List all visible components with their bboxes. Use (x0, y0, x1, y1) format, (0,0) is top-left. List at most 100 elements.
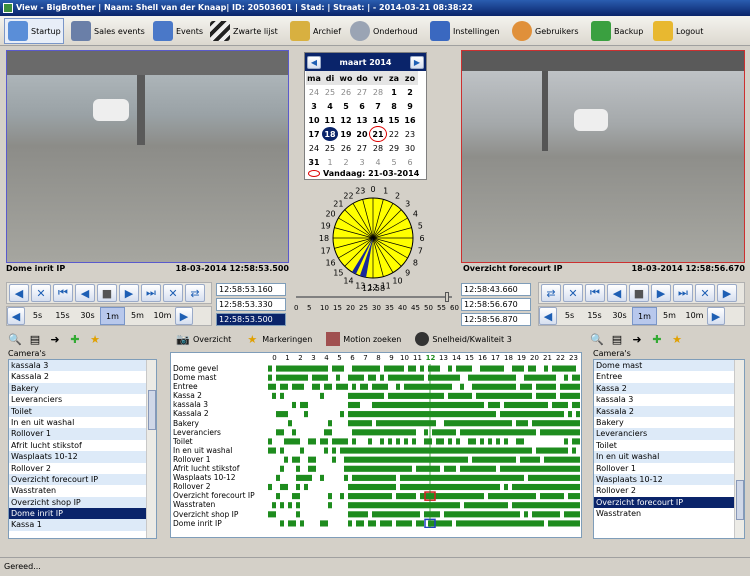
list-item[interactable]: Rollover 1 (594, 463, 734, 474)
calendar-day[interactable]: 29 (386, 141, 402, 155)
calendar-day[interactable]: 2 (338, 155, 354, 169)
list-item[interactable]: Kassala 2 (594, 405, 734, 417)
zoom-1m[interactable]: 1m (100, 307, 125, 325)
calendar-day[interactable]: 5 (386, 155, 402, 169)
calendar-day[interactable]: 2 (402, 85, 418, 99)
calendar-day[interactable]: 26 (338, 85, 354, 99)
list-item[interactable]: Rollover 1 (9, 428, 146, 440)
add-icon[interactable]: ✚ (68, 332, 82, 346)
next-month-button[interactable]: ▶ (409, 55, 424, 69)
zoom-5m[interactable]: 5m (125, 307, 150, 325)
calendar-day[interactable]: 24 (306, 85, 322, 99)
calendar-day[interactable]: 28 (370, 85, 386, 99)
star-icon[interactable]: ★ (88, 332, 102, 346)
calendar-day[interactable]: 23 (402, 127, 418, 141)
zoom-5s[interactable]: 5s (25, 307, 50, 325)
calendar-day[interactable]: 1 (322, 155, 338, 169)
tab-motion-zoeken[interactable]: Motion zoeken (326, 332, 401, 346)
print-icon[interactable]: ▤ (610, 332, 624, 346)
list-item[interactable]: Afrit lucht stikstof (9, 440, 146, 451)
export-icon[interactable]: ✕ (695, 284, 715, 302)
scroll-thumb[interactable] (148, 390, 156, 430)
list-item[interactable]: Wasstraten (594, 508, 734, 519)
right-arrow-icon[interactable]: ▶ (717, 284, 737, 302)
calendar-day[interactable]: 30 (402, 141, 418, 155)
slider-thumb[interactable] (444, 292, 449, 302)
calendar-day[interactable]: 18 (322, 127, 338, 141)
calendar-day[interactable]: 27 (354, 141, 370, 155)
calendar-day[interactable]: 25 (322, 141, 338, 155)
calendar-day[interactable]: 1 (386, 85, 402, 99)
list-item[interactable]: Kassala 2 (9, 371, 146, 382)
export-icon[interactable]: ➜ (630, 332, 644, 346)
calendar-day[interactable]: 6 (354, 99, 370, 113)
list-item[interactable]: Bakery (9, 382, 146, 395)
stop-icon[interactable]: ■ (629, 284, 649, 302)
calendar-day[interactable]: 6 (402, 155, 418, 169)
right-time-3[interactable]: 12:58:56.870 (461, 313, 531, 326)
calendar-day[interactable]: 19 (338, 127, 354, 141)
calendar-day[interactable]: 13 (354, 113, 370, 127)
list-item[interactable]: kassala 3 (9, 360, 146, 372)
list-item[interactable]: Dome inrit IP (9, 508, 146, 520)
sales-events-button[interactable]: Sales events (68, 18, 148, 44)
cancel-icon[interactable]: ✕ (31, 284, 51, 302)
list-item[interactable]: Kassa 1 (9, 519, 146, 531)
tab-overzicht[interactable]: 📷 Overzicht (176, 332, 231, 346)
logout-button[interactable]: Logout (650, 18, 706, 44)
calendar-day[interactable]: 21 (369, 126, 387, 142)
calendar-day[interactable]: 24 (306, 141, 322, 155)
list-item[interactable]: kassala 3 (594, 394, 734, 405)
left-time-2[interactable]: 12:58:53.330 (216, 298, 286, 311)
zoom-1m[interactable]: 1m (632, 307, 657, 325)
zoom-30s[interactable]: 30s (607, 307, 632, 325)
prev-month-button[interactable]: ◀ (307, 55, 321, 69)
tab-snelheid[interactable]: Snelheid/Kwaliteit 3 (415, 332, 512, 346)
export-icon[interactable]: ➜ (48, 332, 62, 346)
list-item[interactable]: Leveranciers (594, 428, 734, 440)
zoom-10m[interactable]: 10m (150, 307, 175, 325)
play-icon[interactable]: ▶ (119, 284, 139, 302)
stop-icon[interactable]: ■ (97, 284, 117, 302)
list-item[interactable]: Toilet (594, 440, 734, 451)
list-item[interactable]: Toilet (9, 405, 146, 417)
calendar-day[interactable]: 16 (402, 113, 418, 127)
left-time-1[interactable]: 12:58:53.160 (216, 283, 286, 296)
zoom-5s[interactable]: 5s (557, 307, 582, 325)
play-reverse-icon[interactable]: ◀ (607, 284, 627, 302)
cancel-icon[interactable]: ✕ (563, 284, 583, 302)
step-back-icon[interactable]: ⏮ (53, 284, 73, 302)
calendar-day[interactable]: 17 (306, 127, 322, 141)
search-icon[interactable]: 🔍 (590, 332, 604, 346)
list-item[interactable]: Rollover 2 (594, 485, 734, 496)
archief-button[interactable]: Archief (287, 18, 344, 44)
calendar-day[interactable]: 4 (370, 155, 386, 169)
calendar-day[interactable]: 22 (386, 127, 402, 141)
list-item[interactable]: Rollover 2 (9, 463, 146, 474)
right-time-1[interactable]: 12:58:43.660 (461, 283, 531, 296)
calendar-day[interactable]: 5 (338, 99, 354, 113)
list-item[interactable]: Wasstraten (9, 485, 146, 496)
right-time-2[interactable]: 12:58:56.670 (461, 298, 531, 311)
calendar-day[interactable]: 27 (354, 85, 370, 99)
calendar-day[interactable]: 28 (370, 141, 386, 155)
list-item[interactable]: Wasplaats 10-12 (594, 473, 734, 486)
left-arrow-icon[interactable]: ◀ (9, 284, 29, 302)
step-forward-icon[interactable]: ⏭ (673, 284, 693, 302)
startup-button[interactable]: Startup (4, 18, 64, 44)
backup-button[interactable]: Backup (588, 18, 646, 44)
right-list-scrollbar[interactable] (734, 360, 744, 538)
scroll-thumb[interactable] (736, 480, 744, 520)
calendar-day[interactable]: 3 (354, 155, 370, 169)
calendar-day[interactable]: 9 (402, 99, 418, 113)
calendar-day[interactable]: 10 (306, 113, 322, 127)
left-list-scrollbar[interactable] (146, 360, 156, 538)
step-back-icon[interactable]: ⏮ (585, 284, 605, 302)
add-icon[interactable]: ✚ (650, 332, 664, 346)
calendar-day[interactable]: 31 (306, 155, 322, 169)
calendar-day[interactable]: 12 (338, 113, 354, 127)
gebruikers-button[interactable]: Gebruikers (509, 18, 582, 44)
zoom-left-arrow-icon[interactable]: ◀ (539, 307, 557, 325)
calendar-day[interactable]: 25 (322, 85, 338, 99)
list-item[interactable]: Wasplaats 10-12 (9, 451, 146, 463)
